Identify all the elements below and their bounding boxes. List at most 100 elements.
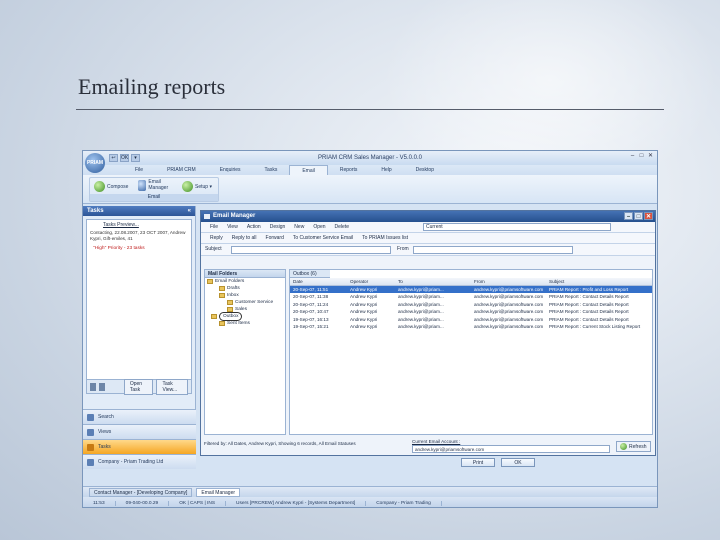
menu-file[interactable]: File — [207, 224, 221, 230]
task-view-button[interactable]: Task View... — [156, 378, 188, 395]
nav-item-search[interactable]: Search — [83, 409, 196, 424]
nav-label-views: Views — [98, 429, 112, 435]
tab-reports[interactable]: Reports — [328, 165, 370, 175]
tab-file[interactable]: File — [123, 165, 155, 175]
tasks-title: Tasks — [87, 208, 104, 214]
folder-icon — [219, 286, 225, 291]
from-label: From — [397, 246, 409, 252]
taskbar-contact-manager[interactable]: Contact Manager - [Developing Company] — [89, 487, 193, 497]
folder-customer-service[interactable]: Customer Service — [205, 299, 285, 306]
email-manager-button[interactable]: Email Manager — [138, 179, 174, 191]
reply-button[interactable]: Reply — [207, 235, 226, 241]
email-manager-header: Email Manager – □ ✕ — [201, 211, 655, 222]
cell-operator: Andrew Kypri — [350, 324, 378, 329]
title-bar: PRIAM ↩ OK ▾ PRIAM CRM Sales Manager - V… — [83, 151, 657, 173]
cell-operator: Andrew Kypri — [350, 286, 378, 292]
cell-subject: PRIAM Report : Profit and Loss Report — [549, 286, 629, 292]
cell-date: 20-Sep-07, 11:38 — [293, 294, 329, 299]
setup-icon — [182, 181, 193, 192]
folder-outbox[interactable]: Outbox — [205, 312, 285, 321]
close-button[interactable]: ✕ — [647, 153, 654, 160]
cell-subject: PRIAM Report : Contact Details Report — [549, 301, 629, 307]
refresh-label: Refresh — [629, 443, 647, 450]
task-priority-item[interactable]: "High" Priority - 23 tasks — [87, 246, 191, 251]
em-maximize-button[interactable]: □ — [634, 212, 643, 220]
reply-all-button[interactable]: Reply to all — [229, 235, 260, 241]
new-button[interactable]: New — [291, 224, 307, 230]
table-row[interactable]: 20-Sep-07, 11:38 Andrew Kypri andrew.kyp… — [290, 293, 652, 301]
tab-desktop[interactable]: Desktop — [404, 165, 446, 175]
subject-input[interactable] — [231, 246, 391, 254]
nav-item-views[interactable]: Views — [83, 424, 196, 439]
em-close-button[interactable]: ✕ — [644, 212, 653, 220]
cell-subject: PRIAM Report : Contact Details Report — [549, 294, 629, 299]
ok-button[interactable]: OK — [120, 154, 129, 162]
folder-root[interactable]: Email Folders — [205, 278, 285, 285]
app-orb-button[interactable]: PRIAM — [85, 153, 105, 173]
print-button[interactable]: Print — [461, 458, 495, 467]
tasks-preview-text: Contacting, 22.08.2007, 23 OCT 2007, And… — [90, 230, 186, 241]
email-account-select[interactable]: andrew.kypri@priamsoftware.com — [412, 445, 610, 453]
app-window: PRIAM ↩ OK ▾ PRIAM CRM Sales Manager - V… — [82, 150, 658, 508]
status-time: 11:53 — [83, 500, 116, 506]
nav-item-company[interactable]: Company - Priam Trading Ltd — [83, 454, 196, 469]
table-row[interactable]: 19-Sep-07, 16:13 Andrew Kypri andrew.kyp… — [290, 316, 652, 324]
collapse-pane-button[interactable]: « — [188, 206, 191, 216]
cell-date: 20-Sep-07, 11:24 — [293, 301, 329, 307]
menu-view[interactable]: View — [224, 224, 241, 230]
menu-design[interactable]: Design — [267, 224, 289, 230]
grid-header: Date Operator To From Subject — [290, 278, 652, 286]
tasks-header: Tasks « — [83, 206, 195, 216]
table-row[interactable]: 20-Sep-07, 11:24 Andrew Kypri andrew.kyp… — [290, 301, 652, 309]
nav-item-tasks[interactable]: Tasks — [83, 439, 196, 454]
tab-enquiries[interactable]: Enquiries — [208, 165, 253, 175]
minimize-button[interactable]: – — [629, 153, 636, 160]
folder-icon — [219, 321, 225, 326]
col-subject[interactable]: Subject — [549, 278, 652, 285]
grid-view-icon[interactable] — [90, 382, 96, 391]
tab-help[interactable]: Help — [369, 165, 403, 175]
email-toolbar-actions: Reply Reply to all Forward To Customer S… — [201, 233, 655, 244]
em-minimize-button[interactable]: – — [624, 212, 633, 220]
col-to[interactable]: To — [398, 278, 474, 285]
setup-button[interactable]: Setup ▾ — [182, 181, 212, 192]
ok-dialog-button[interactable]: OK — [501, 458, 535, 467]
view-select[interactable]: Current — [423, 223, 611, 231]
cell-subject: PRIAM Report : Contact Details Report — [549, 309, 629, 314]
from-input[interactable] — [413, 246, 573, 254]
folder-inbox[interactable]: Inbox — [205, 292, 285, 299]
tab-priam-crm[interactable]: PRIAM CRM — [155, 165, 208, 175]
maximize-button[interactable]: □ — [638, 153, 645, 160]
folder-sales[interactable]: Sales — [205, 306, 285, 313]
tab-email[interactable]: Email — [289, 165, 328, 175]
folder-drafts[interactable]: Drafts — [205, 285, 285, 292]
outbox-tab[interactable]: Outbox (6) — [290, 270, 330, 278]
ribbon-group-email: Compose Email Manager Setup ▾ Email — [89, 177, 219, 202]
menu-action[interactable]: Action — [244, 224, 264, 230]
table-row[interactable]: 19-Sep-07, 15:21 Andrew Kypri andrew.kyp… — [290, 323, 652, 331]
list-view-icon[interactable] — [98, 382, 105, 391]
tab-tasks[interactable]: Tasks — [253, 165, 290, 175]
cell-to: andrew.kypri@priam... — [398, 286, 444, 292]
tasks-preview-title[interactable]: Tasks Preview... — [87, 220, 191, 228]
col-from[interactable]: From — [474, 278, 549, 285]
compose-button[interactable]: Compose — [94, 181, 128, 192]
open-task-button[interactable]: Open Task — [123, 378, 154, 395]
delete-button[interactable]: Delete — [332, 224, 352, 230]
cell-operator: Andrew Kypri — [350, 301, 378, 307]
refresh-button[interactable]: Refresh — [616, 441, 651, 452]
undo-icon[interactable]: ↩ — [109, 154, 118, 162]
table-row[interactable]: 20-Sep-07, 10:47 Andrew Kypri andrew.kyp… — [290, 308, 652, 316]
open-button[interactable]: Open — [310, 224, 328, 230]
col-operator[interactable]: Operator — [350, 278, 398, 285]
email-manager-window: Email Manager – □ ✕ File View Action Des… — [200, 210, 656, 456]
to-customer-service-button[interactable]: To Customer Service Email — [290, 235, 356, 241]
to-issues-list-button[interactable]: To PRIAM Issues list — [359, 235, 411, 241]
customize-qat-icon[interactable]: ▾ — [131, 154, 140, 162]
taskbar-email-manager[interactable]: Email Manager — [196, 487, 241, 497]
forward-button[interactable]: Forward — [263, 235, 287, 241]
col-date[interactable]: Date — [290, 278, 350, 285]
filter-status: Filtered by: All Dates, Andrew Kypri, Sh… — [204, 441, 356, 446]
table-row[interactable]: 20-Sep-07, 11:51 Andrew Kypri andrew.kyp… — [290, 285, 652, 293]
folder-sent-items[interactable]: Sent Items — [205, 320, 285, 327]
